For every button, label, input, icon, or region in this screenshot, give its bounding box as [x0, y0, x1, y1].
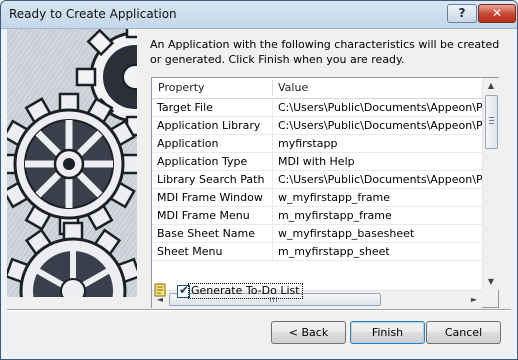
value-cell: w_myfirstapp_basesheet [272, 225, 482, 242]
property-cell: Application [157, 137, 219, 150]
intro-text: An Application with the following charac… [150, 38, 500, 66]
cancel-button[interactable]: Cancel [426, 321, 501, 344]
grid-rows: Target File C:\Users\Public\Documents\App… [152, 99, 482, 294]
grip-line [489, 123, 494, 124]
finish-button[interactable]: Finish [350, 321, 425, 344]
grip-line [489, 120, 494, 121]
button-divider [7, 309, 511, 310]
dialog-client-area: An Application with the following charac… [7, 29, 511, 353]
value-cell: m_myfirstapp_frame [272, 207, 482, 224]
value-cell: C:\Users\Public\Documents\Appeon\Power [272, 99, 482, 116]
property-cell: Application Type [157, 155, 248, 168]
grip-line [489, 117, 494, 118]
help-button[interactable]: ? [447, 4, 477, 23]
table-row[interactable]: Library Search Path C:\Users\Public\Docum… [152, 171, 482, 189]
property-cell: Library Search Path [157, 173, 265, 186]
table-row[interactable]: Application myfirstapp [152, 135, 482, 153]
grid-header: Property Value [152, 78, 482, 99]
table-row[interactable]: MDI Frame Window w_myfirstapp_frame [152, 189, 482, 207]
property-cell: Application Library [157, 119, 261, 132]
wizard-window: Ready to Create Application ? ✕ An Appli… [0, 0, 518, 360]
column-header-value[interactable]: Value [272, 78, 482, 98]
value-cell: MDI with Help [272, 153, 482, 170]
property-cell: Sheet Menu [157, 245, 223, 258]
value-cell: myfirstapp [272, 135, 482, 152]
properties-grid[interactable]: Property Value Target File C:\Users\Publi… [151, 77, 499, 308]
table-row[interactable]: Target File C:\Users\Public\Documents\App… [152, 99, 482, 117]
scrollbar-corner [482, 290, 498, 307]
vertical-scroll-thumb[interactable] [485, 95, 498, 149]
table-row[interactable]: Sheet Menu m_myfirstapp_sheet [152, 243, 482, 261]
property-cell: MDI Frame Menu [157, 209, 250, 222]
table-row[interactable]: MDI Frame Menu m_myfirstapp_frame [152, 207, 482, 225]
value-cell: w_myfirstapp_frame [272, 189, 482, 206]
scroll-up-arrow-icon[interactable]: ▲ [483, 78, 499, 94]
property-cell: Base Sheet Name [157, 227, 256, 240]
generate-todo-label[interactable]: Generate To-Do List [188, 283, 303, 299]
value-cell: m_myfirstapp_sheet [272, 243, 482, 260]
value-cell: C:\Users\Public\Documents\Appeon\Power [272, 171, 482, 188]
table-row[interactable]: Application Library C:\Users\Public\Docum… [152, 117, 482, 135]
gears-illustration [7, 29, 137, 297]
scroll-right-arrow-icon[interactable]: ► [466, 291, 482, 308]
property-cell: MDI Frame Window [157, 191, 263, 204]
vertical-scrollbar[interactable]: ▲ ▼ [482, 78, 499, 290]
window-title: Ready to Create Application [9, 7, 177, 21]
property-cell: Target File [157, 101, 213, 114]
value-cell: C:\Users\Public\Documents\Appeon\Power [272, 117, 482, 134]
title-bar: Ready to Create Application ? ✕ [1, 1, 517, 29]
back-button[interactable]: < Back [271, 321, 346, 344]
table-row[interactable]: Base Sheet Name w_myfirstapp_basesheet [152, 225, 482, 243]
column-header-property[interactable]: Property [152, 78, 272, 98]
close-button[interactable]: ✕ [478, 4, 516, 23]
table-row[interactable]: Application Type MDI with Help [152, 153, 482, 171]
scroll-down-arrow-icon[interactable]: ▼ [483, 274, 499, 290]
todo-list-icon [154, 283, 166, 297]
